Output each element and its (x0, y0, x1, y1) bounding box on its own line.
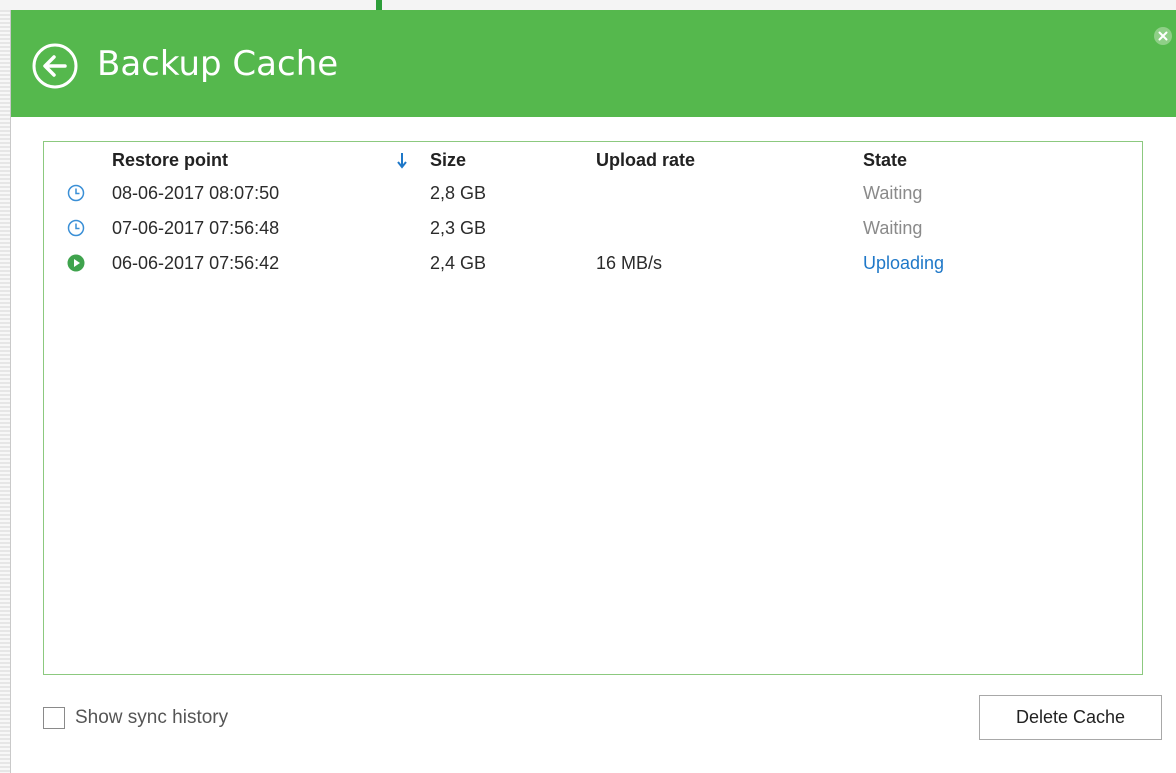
backup-cache-dialog: Backup Cache Restore point Size Upload r… (10, 10, 1176, 773)
state-cell: Uploading (863, 253, 945, 273)
restore-point-cell: 08-06-2017 08:07:50 (112, 183, 280, 203)
column-header-state[interactable]: State (863, 148, 907, 172)
upload-rate-cell: 16 MB/s (596, 253, 663, 273)
column-header-size[interactable]: Size (430, 148, 466, 172)
show-sync-history-label[interactable]: Show sync history (75, 704, 228, 732)
clock-icon (67, 219, 85, 237)
back-arrow-icon (32, 43, 78, 89)
restore-point-cell: 07-06-2017 07:56:48 (112, 218, 280, 238)
state-cell: Waiting (863, 183, 923, 203)
size-cell: 2,4 GB (430, 253, 487, 273)
column-header-restore-point[interactable]: Restore point (112, 148, 228, 172)
close-icon (1154, 27, 1172, 45)
delete-cache-button[interactable]: Delete Cache (979, 695, 1162, 740)
dialog-header: Backup Cache (11, 10, 1176, 117)
show-sync-history-checkbox[interactable] (43, 707, 65, 729)
sort-down-arrow-icon (396, 148, 408, 172)
back-button[interactable] (31, 42, 79, 90)
restore-points-table: Restore point Size Upload rate State 08-… (43, 141, 1143, 675)
clock-icon (67, 184, 85, 202)
column-header-upload-rate[interactable]: Upload rate (596, 148, 695, 172)
background-window-edge (0, 10, 10, 773)
state-cell: Waiting (863, 218, 923, 238)
table-row[interactable]: 07-06-2017 07:56:48 2,3 GB Waiting (44, 211, 1140, 246)
size-cell: 2,8 GB (430, 183, 487, 203)
close-button[interactable] (1153, 26, 1173, 46)
size-cell: 2,3 GB (430, 218, 487, 238)
table-row[interactable]: 06-06-2017 07:56:42 2,4 GB 16 MB/s Uploa… (44, 246, 1140, 281)
table-row[interactable]: 08-06-2017 08:07:50 2,8 GB Waiting (44, 176, 1140, 211)
background-window (0, 0, 1176, 10)
restore-point-cell: 06-06-2017 07:56:42 (112, 253, 280, 273)
page: Backup Cache Restore point Size Upload r… (0, 0, 1176, 773)
play-icon (67, 254, 85, 272)
dialog-title: Backup Cache (97, 44, 339, 84)
background-accent-bar (376, 0, 382, 10)
